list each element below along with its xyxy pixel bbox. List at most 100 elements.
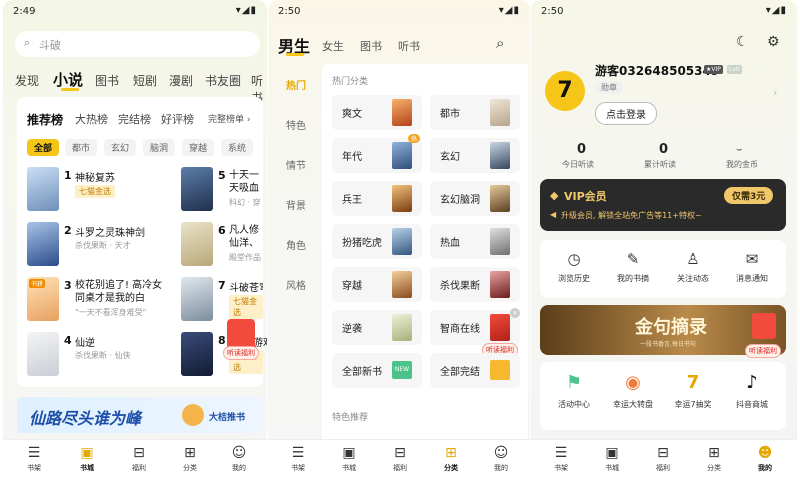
activity-wheel[interactable]: ◉ 幸运大转盘	[605, 372, 661, 410]
activity-lucky7[interactable]: 7 幸运7抽奖	[665, 372, 721, 410]
ranking-card: 推荐榜 大热榜 完结榜 好评榜 完整榜单 › 全部 都市 玄幻 脑洞 穿越 系统…	[17, 97, 267, 387]
nav-bookstore[interactable]: ▣ 书城	[592, 444, 632, 473]
tab-books[interactable]: 图书	[360, 38, 382, 54]
nav-bookshelf[interactable]: ☰ 书架	[278, 444, 318, 473]
menu-follow[interactable]: ♙ 关注动态	[665, 250, 721, 284]
tab-comic-drama[interactable]: 漫剧	[169, 72, 193, 89]
book-title[interactable]: 十天一天吸血鬼仙	[229, 169, 263, 195]
book-title[interactable]: 神秘复苏	[75, 169, 115, 184]
book-cover[interactable]	[181, 332, 213, 376]
category-cell[interactable]: 逆袭	[332, 310, 422, 345]
activity-center[interactable]: ⚑ 活动中心	[546, 372, 602, 410]
menu-history[interactable]: ◷ 浏览历史	[546, 250, 602, 284]
chip-brainhole[interactable]: 脑洞	[143, 139, 176, 156]
nav-mine[interactable]: ☺ 我的	[219, 444, 259, 473]
close-icon[interactable]: ×	[510, 308, 520, 318]
category-cell[interactable]: 兵王	[332, 181, 422, 216]
cell-cover	[490, 314, 510, 341]
chip-fantasy[interactable]: 玄幻	[104, 139, 137, 156]
book-title[interactable]: 校花别追了! 高冷女同桌才是我的白	[75, 279, 165, 305]
promo-banner[interactable]: 仙路尽头谁为峰 大桔推书	[17, 397, 263, 433]
nav-mine[interactable]: ☺ 我的	[481, 444, 521, 473]
login-button[interactable]: 点击登录	[595, 102, 657, 125]
book-title[interactable]: 斗破苍穹	[229, 279, 263, 294]
tab-audio[interactable]: 听书	[398, 38, 420, 54]
tab-novel[interactable]: 小说	[53, 69, 83, 90]
menu-excerpts[interactable]: ✎ 我的书摘	[605, 250, 661, 284]
avatar[interactable]: 7	[545, 71, 585, 111]
category-cell[interactable]: 杀伐果断	[430, 267, 520, 302]
chip-urban[interactable]: 都市	[65, 139, 98, 156]
side-role[interactable]: 角色	[286, 237, 306, 252]
side-style[interactable]: 风格	[286, 277, 306, 292]
tab-books[interactable]: 图书	[95, 72, 119, 89]
side-hot[interactable]: 热门	[286, 77, 306, 92]
search-input[interactable]: ⌕ 斗破	[15, 31, 260, 57]
side-plot[interactable]: 情节	[286, 157, 306, 172]
nav-category[interactable]: ⊞ 分类	[694, 444, 734, 473]
listen-bonus-label[interactable]: 听读福利	[745, 344, 781, 358]
book-cover[interactable]	[27, 222, 59, 266]
nav-bookshelf[interactable]: ☰ 书架	[14, 444, 54, 473]
chip-system[interactable]: 系统	[221, 139, 254, 156]
category-cell[interactable]: 智商在线	[430, 310, 520, 345]
nav-mine[interactable]: ☻ 我的	[745, 444, 785, 473]
book-title[interactable]: 仙逆	[75, 334, 95, 349]
category-cell[interactable]: 全部新书 NEW	[332, 353, 422, 388]
category-cell[interactable]: 全部完结	[430, 353, 520, 388]
nav-bookstore[interactable]: ▣ 书城	[67, 444, 107, 473]
category-cell[interactable]: 年代 热	[332, 134, 422, 173]
rank-tab-recommend[interactable]: 推荐榜	[27, 111, 63, 128]
red-envelope-icon[interactable]	[752, 313, 776, 339]
book-cover[interactable]	[181, 277, 213, 321]
vip-card[interactable]: ◆ VIP会员 ◀ 升级会员, 解锁全站免广告等11+特权~ 仅需3元	[540, 179, 786, 231]
activity-douyin[interactable]: ♪ 抖音商城	[724, 372, 780, 410]
nav-bookshelf[interactable]: ☰ 书架	[541, 444, 581, 473]
nav-bookstore[interactable]: ▣ 书城	[329, 444, 369, 473]
side-feature[interactable]: 特色	[286, 117, 306, 132]
book-cover[interactable]	[27, 167, 59, 211]
category-cell[interactable]: 穿越	[332, 267, 422, 302]
tab-female[interactable]: 女生	[322, 38, 344, 54]
rank-tab-rated[interactable]: 好评榜	[161, 111, 194, 127]
category-cell[interactable]: 都市	[430, 95, 520, 130]
tab-discover[interactable]: 发现	[15, 72, 39, 89]
search-icon[interactable]: ⌕	[496, 34, 504, 52]
tab-short-drama[interactable]: 短剧	[133, 72, 157, 89]
nav-welfare[interactable]: ⊟ 福利	[380, 444, 420, 473]
rank-tab-hot[interactable]: 大热榜	[75, 111, 108, 127]
tab-book-circle[interactable]: 书友圈	[205, 72, 241, 89]
stat-label[interactable]: 我的金币	[726, 159, 758, 170]
book-title[interactable]: 凡人修仙洋、金属	[229, 224, 263, 250]
chevron-right-icon[interactable]: ›	[773, 86, 777, 99]
listen-bonus-label[interactable]: 听读福利	[223, 346, 259, 360]
nav-label: 福利	[656, 464, 670, 472]
vip-buy-button[interactable]: 仅需3元	[724, 187, 774, 204]
category-cell[interactable]: 玄幻	[430, 138, 520, 173]
rank-tab-finished[interactable]: 完结榜	[118, 111, 151, 127]
side-background[interactable]: 背景	[286, 197, 306, 212]
eye-closed-icon[interactable]: ⌣	[736, 144, 743, 155]
category-cell[interactable]: 扮猪吃虎	[332, 224, 422, 259]
category-cell[interactable]: 热血	[430, 224, 520, 259]
chip-all[interactable]: 全部	[27, 139, 60, 156]
category-cell[interactable]: 玄幻脑洞	[430, 181, 520, 216]
chip-time-travel[interactable]: 穿越	[182, 139, 215, 156]
status-bar: 2:50 ▾◢▮	[278, 5, 520, 20]
book-tags: 殿堂作品	[229, 253, 261, 262]
banner-button[interactable]: 大桔推书	[209, 410, 245, 423]
nav-category[interactable]: ⊞ 分类	[431, 444, 471, 473]
book-cover[interactable]	[181, 167, 213, 211]
nav-welfare[interactable]: ⊟ 福利	[643, 444, 683, 473]
full-list-link[interactable]: 完整榜单 ›	[208, 112, 250, 125]
book-cover[interactable]	[27, 332, 59, 376]
menu-messages[interactable]: ✉ 消息通知	[724, 250, 780, 284]
book-title[interactable]: 斗罗之灵珠神剑	[75, 224, 145, 239]
book-cover[interactable]	[181, 222, 213, 266]
gear-icon[interactable]: ⚙	[767, 34, 780, 50]
category-cell[interactable]: 爽文	[332, 95, 422, 130]
nav-category[interactable]: ⊞ 分类	[170, 444, 210, 473]
nav-welfare[interactable]: ⊟ 福利	[119, 444, 159, 473]
medal-chip[interactable]: 勋章	[595, 81, 623, 94]
moon-icon[interactable]: ☾	[736, 34, 749, 50]
